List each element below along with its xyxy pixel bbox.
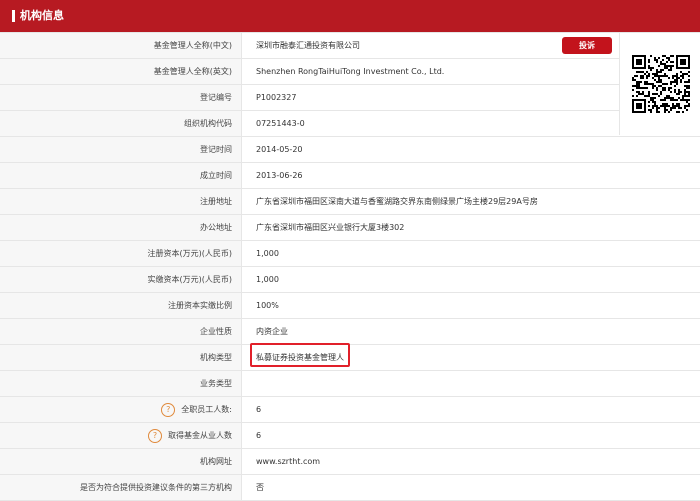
- row-value: 广东省深圳市福田区兴业银行大厦3楼302: [256, 223, 405, 232]
- row-label: 是否为符合提供投资建议条件的第三方机构: [0, 475, 242, 500]
- question-circle-icon[interactable]: ?: [148, 428, 162, 443]
- row-label-text: 全职员工人数:: [181, 405, 232, 414]
- table-row: ? 取得基金从业人数 6: [0, 423, 700, 449]
- row-label: ? 取得基金从业人数: [0, 423, 242, 448]
- row-label: 基金管理人全称(中文): [0, 33, 242, 58]
- table-row: 注册资本实缴比例 100%: [0, 293, 700, 319]
- row-label: 机构类型: [0, 345, 242, 370]
- row-value: 深圳市融泰汇通投资有限公司: [256, 41, 360, 50]
- table-row: 注册地址 广东省深圳市福田区深南大道与香蜜湖路交界东南侧绿景广场主楼29层29A…: [0, 189, 700, 215]
- table-row: 组织机构代码 07251443-0: [0, 111, 700, 137]
- table-row: ? 全职员工人数: 6: [0, 397, 700, 423]
- table-row: 是否为符合提供投资建议条件的第三方机构 否: [0, 475, 700, 501]
- qr-panel: [619, 33, 700, 135]
- row-label: 企业性质: [0, 319, 242, 344]
- highlight-annotation: [250, 343, 350, 367]
- section-header: 机构信息: [0, 0, 700, 32]
- row-value: 100%: [256, 301, 279, 310]
- row-value: 2013-06-26: [256, 171, 303, 180]
- row-value: 内资企业: [256, 327, 288, 336]
- table-row: 办公地址 广东省深圳市福田区兴业银行大厦3楼302: [0, 215, 700, 241]
- row-label: 机构网址: [0, 449, 242, 474]
- info-table: 基金管理人全称(中文) 深圳市融泰汇通投资有限公司 投诉 基金管理人全称(英文)…: [0, 32, 700, 501]
- row-label: 注册资本(万元)(人民币): [0, 241, 242, 266]
- row-value: 否: [256, 483, 264, 492]
- table-row: 业务类型: [0, 371, 700, 397]
- row-value: 1,000: [256, 249, 279, 258]
- table-row: 基金管理人全称(中文) 深圳市融泰汇通投资有限公司 投诉: [0, 32, 700, 59]
- row-value: 6: [256, 431, 262, 440]
- row-value: 07251443-0: [256, 119, 305, 128]
- table-row: 登记编号 P1002327: [0, 85, 700, 111]
- row-label: 实缴资本(万元)(人民币): [0, 267, 242, 292]
- table-row: 实缴资本(万元)(人民币) 1,000: [0, 267, 700, 293]
- table-row: 登记时间 2014-05-20: [0, 137, 700, 163]
- row-value: 6: [256, 405, 262, 414]
- row-label: 办公地址: [0, 215, 242, 240]
- row-label: 组织机构代码: [0, 111, 242, 136]
- section-title: 机构信息: [20, 9, 64, 22]
- complain-button[interactable]: 投诉: [562, 37, 612, 54]
- row-value: 2014-05-20: [256, 145, 303, 154]
- question-circle-icon[interactable]: ?: [161, 402, 176, 417]
- table-row: 注册资本(万元)(人民币) 1,000: [0, 241, 700, 267]
- qr-code-icon: [632, 55, 690, 113]
- row-label: 登记编号: [0, 85, 242, 110]
- table-row: 企业性质 内资企业: [0, 319, 700, 345]
- table-row: 基金管理人全称(英文) Shenzhen RongTaiHuiTong Inve…: [0, 59, 700, 85]
- row-label: 注册资本实缴比例: [0, 293, 242, 318]
- row-label-text: 取得基金从业人数: [168, 431, 232, 440]
- row-value-website[interactable]: www.szrtht.com: [256, 449, 320, 474]
- header-accent-bar: [12, 10, 15, 22]
- table-row: 机构类型 私募证券投资基金管理人: [0, 345, 700, 371]
- row-label: 登记时间: [0, 137, 242, 162]
- row-value: 1,000: [256, 275, 279, 284]
- row-label: ? 全职员工人数:: [0, 397, 242, 422]
- row-value: P1002327: [256, 93, 297, 102]
- row-value: 广东省深圳市福田区深南大道与香蜜湖路交界东南侧绿景广场主楼29层29A号房: [256, 197, 538, 206]
- table-row: 成立时间 2013-06-26: [0, 163, 700, 189]
- row-label: 业务类型: [0, 371, 242, 396]
- row-label: 成立时间: [0, 163, 242, 188]
- row-label: 基金管理人全称(英文): [0, 59, 242, 84]
- table-row: 机构网址 www.szrtht.com: [0, 449, 700, 475]
- row-label: 注册地址: [0, 189, 242, 214]
- row-value: Shenzhen RongTaiHuiTong Investment Co., …: [256, 67, 445, 76]
